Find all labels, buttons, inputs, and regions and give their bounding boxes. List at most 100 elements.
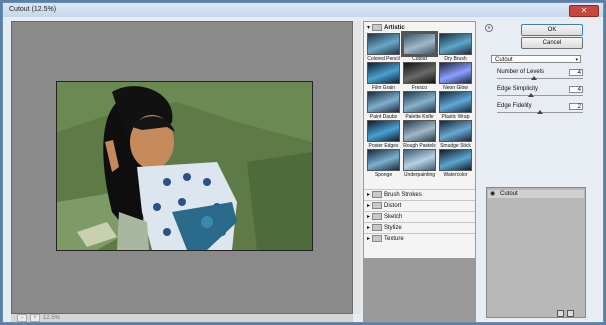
parameter-control: Edge Fidelity 2 xyxy=(497,103,583,114)
parameter-value-field[interactable]: 2 xyxy=(569,103,583,110)
eye-icon[interactable]: ◉ xyxy=(490,190,495,198)
ok-button[interactable]: OK xyxy=(521,24,583,36)
filter-gallery-window: Cutout (12.5%) ✕ − + 12.5% ▾ Artistic Co… xyxy=(2,2,604,323)
filter-select-value: Cutout xyxy=(495,57,513,63)
filter-thumb[interactable]: Paint Daubs xyxy=(367,91,400,120)
chevron-down-icon: ▾ xyxy=(367,25,371,31)
slider-thumb[interactable] xyxy=(528,93,535,97)
category-label: Sketch xyxy=(384,213,403,220)
folder-icon xyxy=(372,191,383,198)
category-label: Distort xyxy=(384,202,402,209)
filter-label: Watercolor xyxy=(443,172,468,178)
filter-preview-thumbnail xyxy=(403,149,436,171)
filter-thumb[interactable]: Smudge Stick xyxy=(439,120,472,149)
parameter-label: Edge Simplicity xyxy=(497,86,539,92)
folder-icon xyxy=(372,235,383,242)
chevron-right-icon: ▸ xyxy=(367,225,371,231)
filter-preview-thumbnail xyxy=(439,33,472,55)
category-row[interactable]: ▸ Sketch xyxy=(367,212,402,221)
title-bar[interactable]: Cutout (12.5%) ✕ xyxy=(3,3,603,17)
filter-label: Sponge xyxy=(374,172,393,178)
filter-thumb[interactable]: Neon Glow xyxy=(439,62,472,91)
parameter-control: Number of Levels 4 xyxy=(497,69,583,80)
cancel-button[interactable]: Cancel xyxy=(521,37,583,49)
parameter-label: Edge Fidelity xyxy=(497,103,532,109)
folder-icon xyxy=(372,202,383,209)
category-row[interactable]: ▸ Stylize xyxy=(367,223,402,232)
filter-preview-thumbnail xyxy=(403,62,436,84)
category-artistic[interactable]: ▾ Artistic xyxy=(367,23,405,32)
slider-thumb[interactable] xyxy=(530,76,537,80)
preview-area[interactable] xyxy=(11,21,353,314)
filter-preview-thumbnail xyxy=(367,91,400,113)
filter-preview-thumbnail xyxy=(367,62,400,84)
slider-track[interactable] xyxy=(497,95,583,96)
chevron-down-icon: ▾ xyxy=(575,57,578,63)
window-title: Cutout (12.5%) xyxy=(9,6,57,13)
preview-image xyxy=(56,81,313,251)
chevron-right-icon: ▸ xyxy=(367,203,371,209)
category-label: Brush Strokes xyxy=(384,191,422,198)
filter-thumb[interactable]: Cutout xyxy=(401,31,438,62)
filter-preview-thumbnail xyxy=(439,91,472,113)
category-row[interactable]: ▸ Brush Strokes xyxy=(367,190,422,199)
chevron-right-icon: ▸ xyxy=(367,192,371,198)
delete-layer-icon[interactable] xyxy=(567,310,574,317)
folder-icon xyxy=(372,224,383,231)
filter-preview-thumbnail xyxy=(367,33,400,55)
preview-scrollbar[interactable] xyxy=(353,21,361,314)
parameter-value-field[interactable]: 4 xyxy=(569,69,583,76)
zoom-out-button[interactable]: − xyxy=(17,314,27,322)
filter-thumb[interactable]: Poster Edges xyxy=(367,120,400,149)
filter-thumb[interactable]: Palette Knife xyxy=(403,91,436,120)
category-row[interactable]: ▸ Texture xyxy=(367,234,404,243)
filter-label: Underpainting xyxy=(403,172,436,178)
filter-thumb[interactable]: Film Grain xyxy=(367,62,400,91)
filter-preview-thumbnail xyxy=(439,149,472,171)
collapse-gallery-icon[interactable]: « xyxy=(485,24,493,32)
category-label: Stylize xyxy=(384,224,402,231)
filter-preview-thumbnail xyxy=(439,120,472,142)
slider-thumb[interactable] xyxy=(537,110,543,114)
parameter-control: Edge Simplicity 4 xyxy=(497,86,583,97)
gallery-empty-area xyxy=(364,258,475,321)
folder-icon xyxy=(372,213,383,220)
zoom-control: − + 12.5% xyxy=(17,314,60,322)
filter-gallery-panel: ▾ Artistic Colored Pencil Cutout Dry Brush… xyxy=(363,21,476,322)
filter-preview-thumbnail xyxy=(403,120,436,142)
layer-row[interactable]: ◉ Cutout xyxy=(488,190,584,198)
filter-preview-thumbnail xyxy=(401,31,438,57)
preview-status-bar: − + 12.5% xyxy=(11,314,353,322)
zoom-value[interactable]: 12.5% xyxy=(43,315,60,321)
close-button[interactable]: ✕ xyxy=(569,5,599,17)
filter-select[interactable]: Cutout ▾ xyxy=(491,55,581,63)
filter-preview-thumbnail xyxy=(367,149,400,171)
slider-track[interactable] xyxy=(497,78,583,79)
chevron-right-icon: ▸ xyxy=(367,214,371,220)
parameter-label: Number of Levels xyxy=(497,69,545,75)
category-row[interactable]: ▸ Distort xyxy=(367,201,401,210)
filter-preview-thumbnail xyxy=(439,62,472,84)
filter-thumb[interactable]: Dry Brush xyxy=(439,33,472,62)
filter-thumb[interactable]: Watercolor xyxy=(439,149,472,178)
filter-preview-thumbnail xyxy=(367,120,400,142)
effect-layers-list: ◉ Cutout xyxy=(486,187,586,318)
filter-thumb[interactable]: Underpainting xyxy=(403,149,436,178)
cutout-photo-art xyxy=(57,82,312,250)
layers-footer xyxy=(486,308,586,318)
filter-thumb[interactable]: Sponge xyxy=(367,149,400,178)
filter-thumb[interactable]: Plastic Wrap xyxy=(439,91,472,120)
filter-preview-thumbnail xyxy=(403,91,436,113)
zoom-in-button[interactable]: + xyxy=(30,314,40,322)
category-label: Texture xyxy=(384,235,404,242)
filter-thumb[interactable]: Fresco xyxy=(403,62,436,91)
layer-label: Cutout xyxy=(500,191,518,197)
parameter-value-field[interactable]: 4 xyxy=(569,86,583,93)
new-layer-icon[interactable] xyxy=(557,310,564,317)
category-label: Artistic xyxy=(384,24,405,31)
filter-thumb[interactable]: Rough Pastels xyxy=(403,120,436,149)
chevron-right-icon: ▸ xyxy=(367,236,371,242)
controls-panel: « OK Cancel Cutout ▾ Number of Levels 4 Ed… xyxy=(479,21,601,322)
folder-icon xyxy=(372,24,383,31)
filter-thumb[interactable]: Colored Pencil xyxy=(367,33,400,62)
